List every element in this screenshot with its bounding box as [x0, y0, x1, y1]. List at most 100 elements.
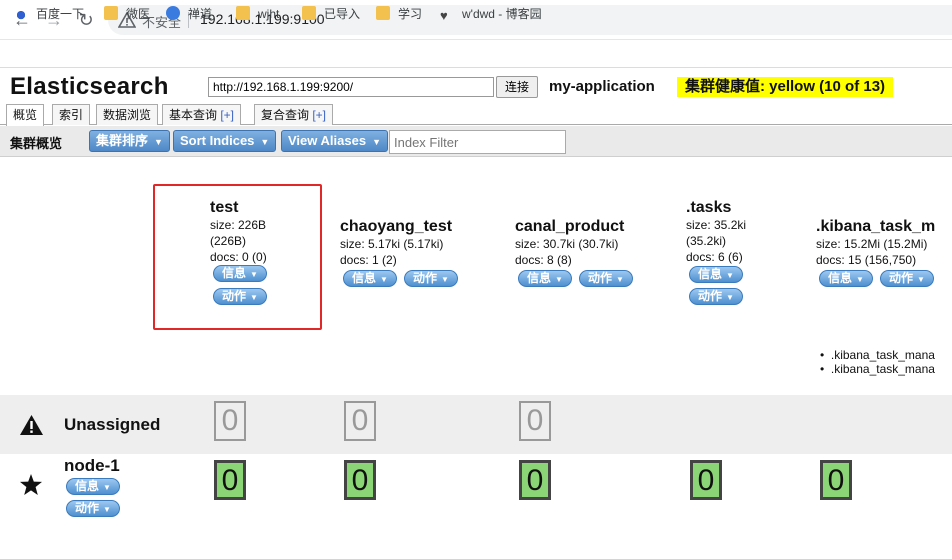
button-label: 集群排序 [96, 133, 149, 148]
caret-down-icon: ▼ [103, 505, 111, 514]
tab-compound-query[interactable]: 复合查询 [+] [254, 104, 334, 125]
view-aliases-button[interactable]: View Aliases ▼ [281, 130, 388, 152]
node-action-button[interactable]: 动作 ▼ [66, 500, 120, 517]
pill-label: 信息 [527, 271, 552, 285]
connect-button[interactable]: 连接 [496, 76, 538, 98]
assigned-shard[interactable]: 0 [690, 460, 722, 500]
bookmark-item[interactable]: 禅道 [166, 5, 212, 23]
bookmark-label: 禅道 [188, 7, 213, 21]
action-button[interactable]: 动作 ▼ [579, 270, 633, 287]
bookmark-item[interactable]: 已导入 [302, 5, 360, 23]
tab-indices[interactable]: 索引 [52, 104, 91, 125]
tab-plus[interactable]: [+] [312, 108, 326, 122]
caret-down-icon: ▼ [441, 275, 449, 284]
paw-icon [14, 6, 28, 20]
pill-label: 动作 [222, 289, 247, 303]
caret-down-icon: ▼ [154, 137, 163, 147]
node-info-button[interactable]: 信息 ▼ [66, 478, 120, 495]
index-size-total: (35.2ki) [686, 234, 727, 248]
cluster-url-input[interactable] [208, 77, 494, 97]
index-size: size: 15.2Mi (15.2Mi) [816, 237, 928, 251]
bookmark-item[interactable]: 学习 [376, 5, 422, 23]
index-card-chaoyang-test: chaoyang_test size: 5.17ki (5.17ki) docs… [340, 218, 452, 268]
assigned-shard[interactable]: 0 [214, 460, 246, 500]
star-icon [20, 474, 42, 495]
folder-icon [104, 6, 118, 20]
alias-label: .kibana_task_mana [830, 348, 935, 362]
caret-down-icon: ▼ [380, 275, 388, 284]
app-title: Elasticsearch [10, 73, 169, 100]
action-button[interactable]: 动作 ▼ [404, 270, 458, 287]
alias-label: .kibana_task_mana [830, 362, 935, 376]
unassigned-shard[interactable]: 0 [344, 401, 376, 441]
index-size: size: 226B [210, 218, 267, 232]
action-button[interactable]: 动作 ▼ [880, 270, 934, 287]
cluster-name: my-application [549, 78, 655, 95]
toolbar-title: 集群概览 [10, 136, 63, 151]
index-docs: docs: 15 (156,750) [816, 253, 917, 267]
index-name[interactable]: chaoyang_test [340, 218, 452, 236]
bookmark-item[interactable]: ♥ w'dwd - 博客园 [440, 5, 542, 23]
tab-plus[interactable]: [+] [220, 108, 234, 122]
assigned-shard[interactable]: 0 [344, 460, 376, 500]
unassigned-shard[interactable]: 0 [519, 401, 551, 441]
info-button[interactable]: 信息 ▼ [343, 270, 397, 287]
bookmark-item[interactable]: wjht [236, 5, 279, 23]
caret-down-icon: ▼ [726, 271, 734, 280]
index-filter-input[interactable] [389, 130, 566, 154]
caret-down-icon: ▼ [250, 270, 258, 279]
index-card-test: test size: 226B (226B) docs: 0 (0) [210, 199, 267, 265]
pill-label: 动作 [889, 271, 914, 285]
index-name[interactable]: .tasks [686, 199, 746, 217]
pill-label: 动作 [698, 289, 723, 303]
tab-label: 概览 [13, 108, 38, 122]
index-size: size: 35.2ki [686, 218, 747, 232]
alias-list: • .kibana_task_mana • .kibana_task_mana [820, 348, 952, 376]
bookmarks-bar [0, 40, 952, 68]
tab-label: 基本查询 [169, 108, 221, 122]
info-button[interactable]: 信息 ▼ [689, 266, 743, 283]
folder-icon [236, 6, 250, 20]
caret-down-icon: ▼ [856, 275, 864, 284]
pill-label: 动作 [75, 501, 100, 515]
bookmark-label: 微医 [126, 7, 151, 21]
action-button[interactable]: 动作 ▼ [689, 288, 743, 305]
caret-down-icon: ▼ [260, 137, 270, 147]
tab-browser[interactable]: 数据浏览 [96, 104, 159, 125]
tab-basic-query[interactable]: 基本查询 [+] [162, 104, 242, 125]
sort-cluster-button[interactable]: 集群排序 ▼ [89, 130, 170, 152]
sort-indices-button[interactable]: Sort Indices ▼ [173, 130, 277, 152]
bookmark-label: 百度一下 [36, 7, 85, 21]
index-card-canal-product: canal_product size: 30.7ki (30.7ki) docs… [515, 218, 624, 268]
bookmark-item[interactable]: 百度一下 [14, 5, 84, 23]
caret-down-icon: ▼ [726, 293, 734, 302]
caret-down-icon: ▼ [372, 137, 381, 147]
index-card-kibana-task: .kibana_task_m size: 15.2Mi (15.2Mi) doc… [816, 218, 952, 268]
node-name: node-1 [64, 456, 120, 475]
assigned-shard[interactable]: 0 [820, 460, 852, 500]
alias-item: • .kibana_task_mana [820, 348, 935, 362]
unassigned-shard[interactable]: 0 [214, 401, 246, 441]
button-label: View Aliases [288, 133, 367, 148]
assigned-shard[interactable]: 0 [519, 460, 551, 500]
action-button[interactable]: 动作 ▼ [213, 288, 267, 305]
index-card-tasks: .tasks size: 35.2ki (35.2ki) docs: 6 (6) [686, 199, 746, 265]
bookmark-item[interactable]: 微医 [104, 5, 150, 23]
cluster-health-badge: 集群健康值: yellow (10 of 13) [677, 77, 894, 97]
info-button[interactable]: 信息 ▼ [518, 270, 572, 287]
warning-icon [20, 415, 43, 435]
index-name[interactable]: .kibana_task_m [816, 218, 952, 236]
info-button[interactable]: 信息 ▼ [819, 270, 873, 287]
index-name[interactable]: test [210, 199, 267, 217]
tab-overview[interactable]: 概览 [6, 104, 45, 126]
pill-label: 信息 [698, 267, 723, 281]
globe-icon [166, 6, 180, 20]
pill-label: 动作 [588, 271, 613, 285]
index-name[interactable]: canal_product [515, 218, 624, 236]
blog-icon: ♥ [440, 8, 448, 23]
folder-icon [302, 6, 316, 20]
index-docs: docs: 0 (0) [210, 250, 267, 264]
pill-label: 动作 [413, 271, 438, 285]
info-button[interactable]: 信息 ▼ [213, 265, 267, 282]
bookmark-label: wjht [258, 7, 280, 21]
